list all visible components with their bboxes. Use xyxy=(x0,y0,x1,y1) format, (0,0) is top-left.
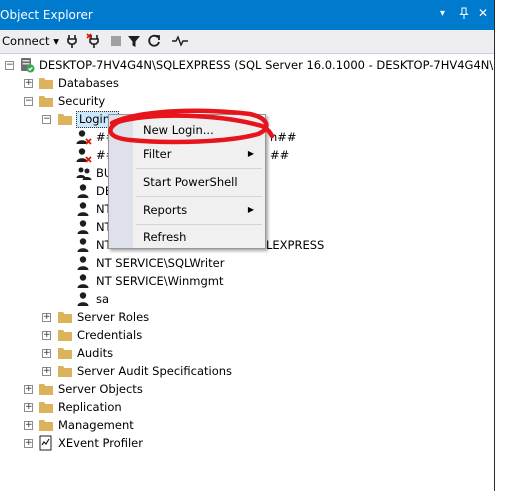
expand-toggle[interactable]: + xyxy=(24,403,33,412)
tree-node-label: XEvent Profiler xyxy=(58,436,143,450)
panel-title: Object Explorer xyxy=(0,8,93,22)
folder-icon xyxy=(39,402,53,413)
tree-node-label: Server Objects xyxy=(58,382,143,396)
menu-separator xyxy=(136,168,262,169)
tree-node-label: Server Roles xyxy=(77,310,150,324)
login-icon xyxy=(77,292,89,306)
menu-separator xyxy=(136,196,262,197)
expand-toggle[interactable]: + xyxy=(42,367,51,376)
tree-node-label: Management xyxy=(58,418,134,432)
tree-node-databases[interactable]: + Databases xyxy=(0,74,494,92)
group-login-icon xyxy=(76,167,92,180)
folder-icon xyxy=(39,420,53,431)
login-item-label: NT SERVICE\Winmgmt xyxy=(96,274,224,288)
login-item-label-tail: LEXPRESS xyxy=(266,238,325,252)
menu-item-refresh[interactable]: Refresh xyxy=(110,226,264,248)
menu-item-label: Reports xyxy=(143,203,188,217)
submenu-arrow-icon: ▶ xyxy=(247,149,254,158)
submenu-arrow-icon: ▶ xyxy=(247,205,254,214)
menu-item-label: New Login... xyxy=(143,123,214,137)
folder-icon xyxy=(39,96,53,107)
expand-toggle[interactable]: + xyxy=(42,331,51,340)
folder-icon xyxy=(39,78,53,89)
folder-icon xyxy=(58,312,72,323)
tree-node-label: Security xyxy=(58,94,106,108)
expand-toggle[interactable]: + xyxy=(42,313,51,322)
expand-toggle[interactable]: + xyxy=(24,385,33,394)
context-menu: New Login... Filter ▶ Start PowerShell R… xyxy=(108,114,266,249)
refresh-icon[interactable] xyxy=(146,33,162,49)
tree-node-audits[interactable]: + Audits xyxy=(0,344,494,362)
connect-button[interactable]: Connect ▾ xyxy=(2,34,59,48)
folder-icon xyxy=(58,114,72,125)
tree-node-server-roles[interactable]: + Server Roles xyxy=(0,308,494,326)
menu-separator xyxy=(136,224,262,225)
login-item-label: sa xyxy=(96,292,110,306)
menu-item-new-login[interactable]: New Login... xyxy=(110,119,264,141)
login-item-label-tail: n## xyxy=(270,130,297,144)
login-icon xyxy=(77,202,89,216)
tree-node-xevent-profiler[interactable]: + XEvent Profiler xyxy=(0,434,494,452)
server-icon xyxy=(21,58,35,73)
login-icon xyxy=(77,256,89,270)
tree-node-label: Audits xyxy=(77,346,114,360)
tree-node-credentials[interactable]: + Credentials xyxy=(0,326,494,344)
tree-node-label: Server Audit Specifications xyxy=(77,364,233,378)
filter-icon[interactable] xyxy=(126,33,142,49)
stop-icon[interactable] xyxy=(108,33,124,49)
server-label: DESKTOP-7HV4G4N\SQLEXPRESS (SQL Server 1… xyxy=(39,58,508,72)
menu-item-reports[interactable]: Reports ▶ xyxy=(110,199,264,221)
tree-node-server[interactable]: − DESKTOP-7HV4G4N\SQLEXPRESS (SQL Server… xyxy=(0,56,508,74)
object-explorer-titlebar: Object Explorer ▾ ✕ xyxy=(0,0,494,30)
window-position-icon[interactable]: ▾ xyxy=(440,8,445,19)
tree-node-label: Replication xyxy=(58,400,122,414)
login-item[interactable]: NT SERVICE\Winmgmt xyxy=(0,272,494,290)
login-icon xyxy=(77,274,89,288)
tree-node-management[interactable]: + Management xyxy=(0,416,494,434)
tree-node-logins[interactable]: − Logins xyxy=(0,110,120,128)
login-item-label: NT SERVICE\SQLWriter xyxy=(96,256,225,270)
login-icon xyxy=(77,220,89,234)
menu-item-label: Start PowerShell xyxy=(143,175,238,189)
expand-toggle[interactable]: + xyxy=(24,79,33,88)
tree-node-replication[interactable]: + Replication xyxy=(0,398,494,416)
login-icon xyxy=(77,238,89,252)
login-item-label-tail: ## xyxy=(270,148,290,162)
collapse-toggle[interactable]: − xyxy=(42,115,51,124)
collapse-toggle[interactable]: − xyxy=(24,97,33,106)
tree-node-label: Credentials xyxy=(77,328,143,342)
menu-item-label: Refresh xyxy=(143,230,187,244)
collapse-toggle[interactable]: − xyxy=(5,61,14,70)
menu-item-label: Filter xyxy=(143,147,172,161)
tree-node-security[interactable]: − Security xyxy=(0,92,494,110)
window-edge xyxy=(494,0,508,491)
pin-icon[interactable] xyxy=(458,7,470,22)
folder-icon xyxy=(39,384,53,395)
object-explorer-toolbar: Connect ▾ xyxy=(0,30,494,54)
login-icon xyxy=(77,184,89,198)
menu-item-filter[interactable]: Filter ▶ xyxy=(110,143,264,165)
login-item[interactable]: NT SERVICE\SQLWriter xyxy=(0,254,494,272)
xevent-profiler-icon xyxy=(39,435,52,451)
expand-toggle[interactable]: + xyxy=(24,439,33,448)
expand-toggle[interactable]: + xyxy=(24,421,33,430)
menu-item-start-powershell[interactable]: Start PowerShell xyxy=(110,171,264,193)
activity-monitor-icon[interactable] xyxy=(172,33,188,49)
login-item[interactable]: sa xyxy=(0,290,494,308)
folder-icon xyxy=(58,330,72,341)
folder-icon xyxy=(58,348,72,359)
expand-toggle[interactable]: + xyxy=(42,349,51,358)
connect-object-explorer-icon[interactable] xyxy=(64,33,80,49)
tree-node-label: Databases xyxy=(58,76,119,90)
folder-icon xyxy=(58,366,72,377)
tree-node-server-objects[interactable]: + Server Objects xyxy=(0,380,494,398)
disconnect-icon[interactable] xyxy=(86,33,102,49)
close-icon[interactable]: ✕ xyxy=(478,6,488,20)
disabled-login-icon xyxy=(76,130,92,145)
tree-node-server-audit-specifications[interactable]: + Server Audit Specifications xyxy=(0,362,494,380)
disabled-login-icon xyxy=(76,148,92,163)
